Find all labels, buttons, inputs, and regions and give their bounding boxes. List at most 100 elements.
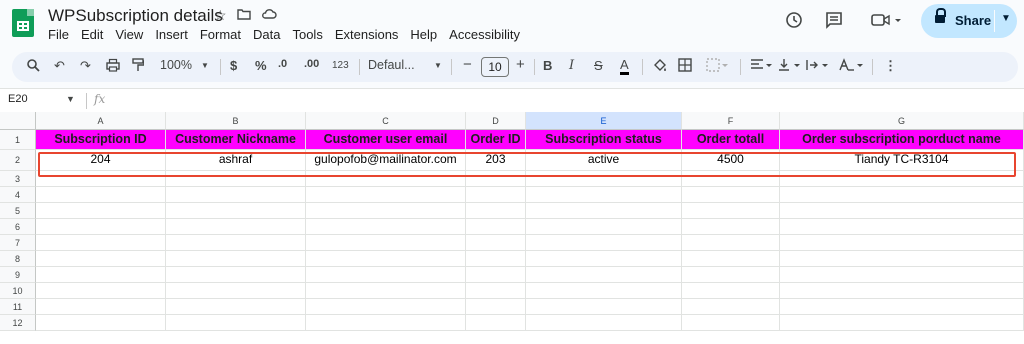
column-header-c[interactable]: C [306, 112, 466, 130]
header-cell[interactable]: Order totall [682, 130, 780, 150]
empty-cell[interactable] [526, 235, 682, 251]
empty-cell[interactable] [36, 251, 166, 267]
menu-extensions[interactable]: Extensions [335, 27, 399, 42]
empty-cell[interactable] [306, 267, 466, 283]
empty-cell[interactable] [36, 283, 166, 299]
empty-cell[interactable] [780, 315, 1024, 331]
empty-cell[interactable] [682, 219, 780, 235]
row-header-7[interactable]: 7 [0, 235, 36, 251]
empty-cell[interactable] [526, 283, 682, 299]
empty-cell[interactable] [780, 203, 1024, 219]
column-header-f[interactable]: F [682, 112, 780, 130]
empty-cell[interactable] [682, 235, 780, 251]
empty-cell[interactable] [682, 267, 780, 283]
text-wrapping-icon[interactable] [806, 58, 828, 75]
star-icon[interactable]: ☆ [214, 7, 227, 24]
empty-cell[interactable] [166, 315, 306, 331]
empty-cell[interactable] [166, 251, 306, 267]
borders-icon[interactable] [678, 58, 692, 75]
empty-cell[interactable] [780, 219, 1024, 235]
empty-cell[interactable] [682, 251, 780, 267]
menu-help[interactable]: Help [410, 27, 437, 42]
row-header-10[interactable]: 10 [0, 283, 36, 299]
empty-cell[interactable] [306, 315, 466, 331]
percent-format-button[interactable]: % [255, 58, 267, 73]
more-formats-button[interactable]: 123 [332, 60, 349, 71]
empty-cell[interactable] [526, 219, 682, 235]
empty-cell[interactable] [306, 187, 466, 203]
sheets-logo-icon[interactable] [12, 9, 34, 37]
empty-cell[interactable] [682, 203, 780, 219]
empty-cell[interactable] [780, 251, 1024, 267]
row-header-9[interactable]: 9 [0, 267, 36, 283]
increase-font-size-button[interactable]: + [516, 56, 525, 73]
empty-cell[interactable] [166, 299, 306, 315]
document-title[interactable]: WPSubscription details [48, 6, 223, 26]
empty-cell[interactable] [526, 203, 682, 219]
empty-cell[interactable] [166, 283, 306, 299]
name-box-caret-icon[interactable]: ▼ [66, 94, 75, 104]
empty-cell[interactable] [526, 251, 682, 267]
header-cell[interactable]: Customer Nickname [166, 130, 306, 150]
menu-accessibility[interactable]: Accessibility [449, 27, 520, 42]
share-dropdown-icon[interactable]: ▼ [1001, 13, 1011, 24]
empty-cell[interactable] [306, 235, 466, 251]
menu-insert[interactable]: Insert [155, 27, 188, 42]
row-header-2[interactable]: 2 [0, 150, 36, 171]
empty-cell[interactable] [166, 267, 306, 283]
empty-cell[interactable] [526, 187, 682, 203]
header-cell[interactable]: Subscription ID [36, 130, 166, 150]
empty-cell[interactable] [780, 283, 1024, 299]
empty-cell[interactable] [466, 315, 526, 331]
menu-data[interactable]: Data [253, 27, 280, 42]
column-header-a[interactable]: A [36, 112, 166, 130]
empty-cell[interactable] [306, 299, 466, 315]
row-header-8[interactable]: 8 [0, 251, 36, 267]
currency-format-button[interactable]: $ [230, 58, 237, 73]
empty-cell[interactable] [306, 219, 466, 235]
select-all-corner[interactable] [0, 112, 36, 130]
redo-icon[interactable]: ↷ [80, 58, 91, 74]
header-cell[interactable]: Order subscription porduct name [780, 130, 1024, 150]
header-cell[interactable]: Customer user email [306, 130, 466, 150]
header-cell[interactable]: Order ID [466, 130, 526, 150]
empty-cell[interactable] [682, 283, 780, 299]
row-header-6[interactable]: 6 [0, 219, 36, 235]
increase-decimal-button[interactable]: .00 [304, 58, 319, 70]
vertical-align-icon[interactable] [778, 58, 800, 75]
empty-cell[interactable] [466, 299, 526, 315]
version-history-icon[interactable] [784, 10, 804, 35]
share-button[interactable]: Share ▼ [921, 4, 1017, 38]
empty-cell[interactable] [36, 267, 166, 283]
empty-cell[interactable] [682, 187, 780, 203]
column-header-b[interactable]: B [166, 112, 306, 130]
empty-cell[interactable] [306, 283, 466, 299]
row-header-12[interactable]: 12 [0, 315, 36, 331]
strikethrough-button[interactable]: S [594, 58, 603, 73]
column-header-d[interactable]: D [466, 112, 526, 130]
empty-cell[interactable] [166, 219, 306, 235]
empty-cell[interactable] [780, 235, 1024, 251]
empty-cell[interactable] [466, 235, 526, 251]
empty-cell[interactable] [466, 187, 526, 203]
name-box[interactable]: E20 [8, 93, 28, 105]
spreadsheet-grid[interactable]: A B C D E F G 1 Subscription ID Customer Nickname… [0, 112, 1024, 344]
empty-cell[interactable] [526, 299, 682, 315]
row-header-4[interactable]: 4 [0, 187, 36, 203]
empty-cell[interactable] [780, 267, 1024, 283]
italic-button[interactable]: I [569, 58, 574, 73]
move-folder-icon[interactable] [236, 7, 251, 24]
menu-view[interactable]: View [115, 27, 143, 42]
empty-cell[interactable] [466, 219, 526, 235]
more-options-icon[interactable]: ⋮ [884, 58, 897, 74]
empty-cell[interactable] [466, 203, 526, 219]
text-rotation-icon[interactable] [838, 58, 864, 75]
header-cell[interactable]: Subscription status [526, 130, 682, 150]
empty-cell[interactable] [306, 251, 466, 267]
empty-cell[interactable] [466, 267, 526, 283]
empty-cell[interactable] [166, 203, 306, 219]
paint-format-icon[interactable] [132, 58, 145, 75]
font-caret-icon[interactable]: ▼ [434, 61, 442, 70]
column-header-e[interactable]: E [526, 112, 682, 130]
empty-cell[interactable] [306, 203, 466, 219]
